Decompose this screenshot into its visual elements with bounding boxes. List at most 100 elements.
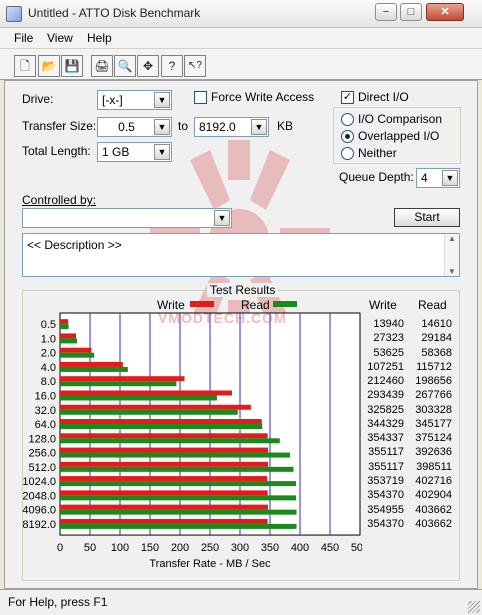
read-bar (60, 381, 177, 387)
legend-write-swatch (190, 301, 214, 307)
x-tick-label: 500 (351, 542, 362, 554)
y-tick-label: 1.0 (41, 333, 56, 345)
force-write-checkbox[interactable] (194, 91, 207, 104)
chevron-down-icon[interactable]: ▼ (154, 119, 170, 135)
direct-io-label: Direct I/O (358, 90, 409, 104)
controlled-by-select[interactable]: ▼ (22, 208, 232, 228)
menu-view[interactable]: View (47, 31, 73, 45)
save-icon[interactable]: 💾 (61, 55, 83, 77)
read-bar (60, 395, 217, 401)
chevron-down-icon[interactable]: ▼ (251, 119, 267, 135)
close-button[interactable]: ✕ (426, 3, 464, 21)
drive-label: Drive: (22, 92, 54, 106)
move-icon[interactable]: ✥ (137, 55, 159, 77)
overlapped-io-radio[interactable] (341, 130, 354, 143)
resize-grip-icon[interactable] (468, 601, 480, 613)
queue-depth-value: 4 (421, 171, 428, 185)
read-value: 403662 (415, 517, 452, 530)
write-bar (60, 319, 69, 325)
write-value: 354955 (367, 503, 404, 516)
legend-read-swatch (273, 301, 297, 307)
y-tick-label: 0.5 (41, 319, 56, 331)
write-bar (60, 476, 268, 482)
write-bar (60, 347, 92, 353)
y-tick-label: 32.0 (35, 405, 56, 417)
x-tick-label: 450 (321, 542, 339, 554)
new-document-icon[interactable]: 🗋 (14, 55, 36, 77)
read-bar (60, 481, 296, 487)
queue-depth-select[interactable]: 4 ▼ (416, 168, 460, 188)
write-value: 355117 (368, 460, 404, 473)
minimize-button[interactable]: − (375, 3, 397, 21)
write-value: 354370 (367, 517, 404, 530)
read-bar (60, 466, 294, 472)
write-value: 53625 (373, 346, 404, 359)
x-tick-label: 400 (291, 542, 309, 554)
transfer-size-to-select[interactable]: 8192.0 ▼ (194, 117, 269, 137)
y-tick-label: 4096.0 (22, 505, 56, 517)
toolbar: 🗋 📂 💾 🖨 🔍 ✥ ? ↖? (0, 48, 482, 80)
results-table: 13940 14610 27323 29184 53625 58368 107251 1157… (362, 318, 458, 538)
transfer-size-to-label: to (178, 119, 189, 133)
x-tick-label: 200 (171, 542, 189, 554)
x-tick-label: 350 (261, 542, 279, 554)
neither-label: Neither (358, 146, 397, 160)
write-bar (60, 490, 268, 496)
transfer-size-to-value: 8192.0 (199, 120, 236, 134)
write-bar (60, 390, 232, 396)
y-tick-label: 64.0 (35, 419, 56, 431)
transfer-rate-chart: 0 50 100 150 200 250 300 350 400 450 500 Transfer R… (22, 312, 362, 570)
test-results-title: Test Results (207, 283, 279, 297)
read-value: 345177 (415, 417, 452, 430)
direct-io-checkbox[interactable]: ✓ (341, 91, 354, 104)
read-value: 403662 (415, 503, 452, 516)
write-value: 354370 (367, 489, 404, 502)
read-value: 58368 (421, 346, 452, 359)
x-tick-label: 250 (201, 542, 219, 554)
neither-radio[interactable] (341, 147, 354, 160)
y-tick-label: 4.0 (41, 362, 56, 374)
write-value: 293439 (367, 389, 404, 402)
open-folder-icon[interactable]: 📂 (38, 55, 60, 77)
force-write-label: Force Write Access (211, 90, 315, 104)
print-icon[interactable]: 🖨 (91, 55, 113, 77)
transfer-size-from-select[interactable]: 0.5 ▼ (97, 117, 172, 137)
watermark-ray (250, 150, 290, 210)
read-bar (60, 324, 69, 330)
chevron-down-icon[interactable]: ▼ (154, 144, 170, 160)
y-tick-label: 512.0 (28, 462, 56, 474)
write-value: 354337 (367, 432, 404, 445)
description-field[interactable]: << Description >> ▲ ▼ (22, 233, 460, 277)
queue-depth-label: Queue Depth: (339, 170, 414, 184)
chevron-down-icon[interactable]: ▼ (442, 170, 458, 186)
total-length-select[interactable]: 1 GB ▼ (97, 142, 172, 162)
read-bar (60, 338, 78, 344)
chevron-down-icon[interactable]: ▼ (214, 210, 230, 226)
scroll-down-icon[interactable]: ▼ (445, 267, 459, 276)
io-comparison-radio[interactable] (341, 113, 354, 126)
start-button[interactable]: Start (394, 208, 460, 227)
read-value: 402716 (415, 474, 452, 487)
maximize-button[interactable]: □ (400, 3, 422, 21)
menu-help[interactable]: Help (87, 31, 112, 45)
menu-file[interactable]: File (14, 31, 33, 45)
write-bar (60, 419, 262, 425)
write-bar (60, 447, 269, 453)
menu-bar: File View Help (0, 28, 482, 48)
drive-select[interactable]: [-x-] ▼ (97, 90, 172, 110)
read-bar (60, 452, 291, 458)
read-value: 398511 (416, 460, 452, 473)
y-tick-label: 2.0 (41, 348, 56, 360)
y-tick-label: 2048.0 (22, 490, 56, 502)
read-bar (60, 366, 128, 372)
description-scrollbar[interactable]: ▲ ▼ (444, 234, 459, 276)
write-bar (60, 376, 185, 382)
context-help-icon[interactable]: ↖? (184, 55, 206, 77)
help-icon[interactable]: ? (161, 55, 183, 77)
print-preview-icon[interactable]: 🔍 (114, 55, 136, 77)
write-bar (60, 333, 77, 339)
chevron-down-icon[interactable]: ▼ (154, 92, 170, 108)
scroll-up-icon[interactable]: ▲ (445, 234, 459, 243)
radio-selected-dot (345, 134, 350, 139)
write-value: 13940 (373, 318, 404, 330)
